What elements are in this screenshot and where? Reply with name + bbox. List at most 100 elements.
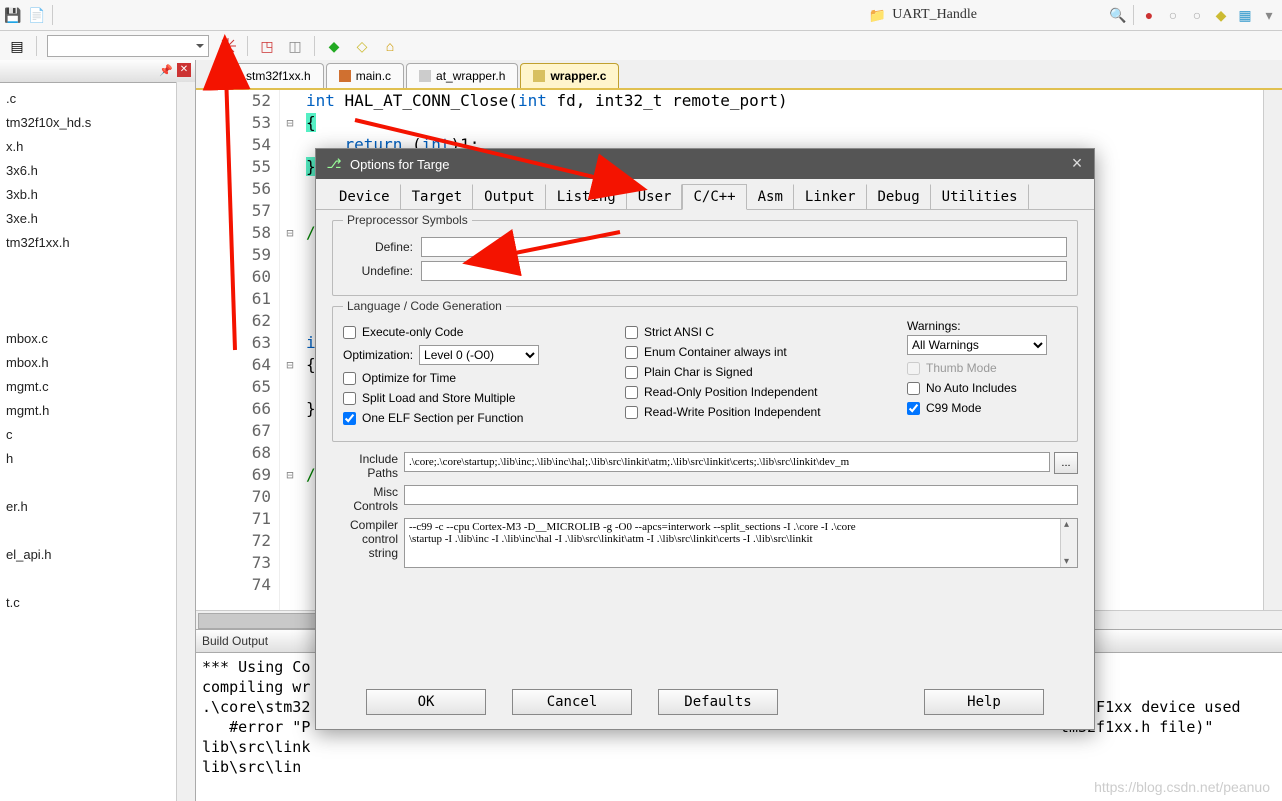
noauto-check[interactable]: No Auto Includes bbox=[907, 381, 1067, 395]
dot-gray2[interactable]: ○ bbox=[1188, 6, 1206, 24]
tree-item[interactable]: c bbox=[2, 423, 193, 447]
dialog-tab-listing[interactable]: Listing bbox=[546, 184, 627, 209]
boxes-icon[interactable]: ◳ bbox=[258, 37, 276, 55]
uart-label: UART_Handle bbox=[892, 7, 977, 23]
boxes2-icon[interactable]: ◫ bbox=[286, 37, 304, 55]
strict-ansi-check[interactable]: Strict ANSI C bbox=[625, 325, 897, 339]
cancel-button[interactable]: Cancel bbox=[512, 689, 632, 715]
ro-pi-check[interactable]: Read-Only Position Independent bbox=[625, 385, 897, 399]
langgen-legend: Language / Code Generation bbox=[343, 299, 506, 313]
file-tab-label: at_wrapper.h bbox=[436, 69, 505, 83]
pin-icon[interactable]: 📌 bbox=[159, 64, 173, 77]
dialog-tab-output[interactable]: Output bbox=[473, 184, 546, 209]
compiler-string-box[interactable]: --c99 -c --cpu Cortex-M3 -D__MICROLIB -g… bbox=[404, 518, 1078, 568]
rw-pi-check[interactable]: Read-Write Position Independent bbox=[625, 405, 897, 419]
dialog-tab-asm[interactable]: Asm bbox=[747, 184, 794, 209]
tree-item[interactable]: mgmt.h bbox=[2, 399, 193, 423]
undefine-label: Undefine: bbox=[343, 264, 421, 278]
dialog-tab-debug[interactable]: Debug bbox=[867, 184, 931, 209]
home-icon[interactable]: ⌂ bbox=[381, 37, 399, 55]
project-tree[interactable]: .ctm32f10x_hd.sx.h3x6.h3xb.h3xe.htm32f1x… bbox=[0, 83, 195, 619]
save-icon[interactable]: 💾 bbox=[4, 6, 22, 24]
tree-item[interactable]: mbox.h bbox=[2, 351, 193, 375]
tree-item[interactable] bbox=[2, 471, 193, 495]
editor-tabs: stm32f1xx.h main.c at_wrapper.h wrapper.c bbox=[196, 60, 1282, 90]
dialog-tab-target[interactable]: Target bbox=[401, 184, 474, 209]
dialog-tab-user[interactable]: User bbox=[627, 184, 683, 209]
tree-item[interactable]: 3xe.h bbox=[2, 207, 193, 231]
build-toolbar: ▤ ◳ ◫ ◆ ◇ ⌂ bbox=[0, 31, 1282, 62]
file-tab[interactable]: wrapper.c bbox=[520, 63, 619, 88]
folder-icon[interactable]: 📁 bbox=[868, 6, 886, 24]
tree-item[interactable] bbox=[2, 567, 193, 591]
dialog-tab-linker[interactable]: Linker bbox=[794, 184, 867, 209]
file-tab[interactable]: at_wrapper.h bbox=[406, 63, 518, 88]
tree-item[interactable]: mbox.c bbox=[2, 327, 193, 351]
define-input[interactable] bbox=[421, 237, 1067, 257]
warnings-select[interactable]: All Warnings bbox=[907, 335, 1047, 355]
tree-item[interactable]: t.c bbox=[2, 591, 193, 615]
tree-scrollbar[interactable] bbox=[176, 82, 195, 801]
tree-item[interactable] bbox=[2, 519, 193, 543]
exec-only-check[interactable]: Execute-only Code bbox=[343, 325, 615, 339]
ok-button[interactable]: OK bbox=[366, 689, 486, 715]
tree-item[interactable]: 3x6.h bbox=[2, 159, 193, 183]
options-icon[interactable] bbox=[219, 37, 237, 55]
chev-icon[interactable]: ▾ bbox=[1260, 6, 1278, 24]
enum-int-check[interactable]: Enum Container always int bbox=[625, 345, 897, 359]
preprocessor-group: Preprocessor Symbols Define: Undefine: bbox=[332, 220, 1078, 296]
editor-vscroll[interactable] bbox=[1263, 90, 1282, 610]
tree-item[interactable] bbox=[2, 303, 193, 327]
diamond-yel[interactable]: ◇ bbox=[353, 37, 371, 55]
dot-red[interactable]: ● bbox=[1140, 6, 1158, 24]
project-pane: 📌 ✕ .ctm32f10x_hd.sx.h3x6.h3xb.h3xe.htm3… bbox=[0, 60, 196, 801]
undefine-input[interactable] bbox=[421, 261, 1067, 281]
tree-item[interactable] bbox=[2, 255, 193, 279]
tree-item[interactable]: h bbox=[2, 447, 193, 471]
diamond-green[interactable]: ◆ bbox=[325, 37, 343, 55]
grid-icon[interactable]: ▦ bbox=[1236, 6, 1254, 24]
plain-char-check[interactable]: Plain Char is Signed bbox=[625, 365, 897, 379]
file-tab[interactable]: main.c bbox=[326, 63, 404, 88]
tree-item[interactable] bbox=[2, 279, 193, 303]
c99-check[interactable]: C99 Mode bbox=[907, 401, 1067, 415]
line-gutter: 5253545556575859606162636465666768697071… bbox=[196, 90, 280, 610]
tree-item[interactable]: .c bbox=[2, 87, 193, 111]
copy-icon[interactable]: 📄 bbox=[28, 6, 46, 24]
thumb-check: Thumb Mode bbox=[907, 361, 1067, 375]
find-icon[interactable]: 🔍 bbox=[1109, 6, 1127, 24]
misc-controls-input[interactable] bbox=[404, 485, 1078, 505]
include-paths-browse-button[interactable]: ... bbox=[1054, 452, 1078, 474]
dialog-close-icon[interactable]: × bbox=[1068, 155, 1086, 173]
split-ls-check[interactable]: Split Load and Store Multiple bbox=[343, 391, 615, 405]
opt-time-check[interactable]: Optimize for Time bbox=[343, 371, 615, 385]
file-icon bbox=[419, 70, 431, 82]
tree-item[interactable]: 3xb.h bbox=[2, 183, 193, 207]
fold-column[interactable]: ⊟ ⊟ ⊟ ⊟ bbox=[280, 90, 300, 610]
file-tab[interactable]: stm32f1xx.h bbox=[216, 63, 324, 88]
dialog-tab-utilities[interactable]: Utilities bbox=[931, 184, 1029, 209]
tree-item[interactable]: x.h bbox=[2, 135, 193, 159]
tree-item[interactable]: er.h bbox=[2, 495, 193, 519]
include-paths-input[interactable] bbox=[404, 452, 1050, 472]
tree-item[interactable]: tm32f1xx.h bbox=[2, 231, 193, 255]
dialog-titlebar[interactable]: ⎇ Options for Targe × bbox=[316, 149, 1094, 179]
dialog-tab-cc[interactable]: C/C++ bbox=[682, 184, 746, 210]
tree-item[interactable]: el_api.h bbox=[2, 543, 193, 567]
warnings-label: Warnings: bbox=[907, 319, 1067, 333]
optimization-select[interactable]: Level 0 (-O0) bbox=[419, 345, 539, 365]
defaults-button[interactable]: Defaults bbox=[658, 689, 778, 715]
tree-item[interactable]: mgmt.c bbox=[2, 375, 193, 399]
dialog-tab-device[interactable]: Device bbox=[328, 184, 401, 209]
dot-gray[interactable]: ○ bbox=[1164, 6, 1182, 24]
file-tab-label: stm32f1xx.h bbox=[246, 69, 311, 83]
sheet-icon[interactable]: ▤ bbox=[8, 37, 26, 55]
target-options-dialog: ⎇ Options for Targe × DeviceTargetOutput… bbox=[315, 148, 1095, 730]
pane-close-icon[interactable]: ✕ bbox=[177, 63, 191, 77]
compiler-string-scroll[interactable] bbox=[1060, 519, 1077, 567]
tree-item[interactable]: tm32f10x_hd.s bbox=[2, 111, 193, 135]
target-combo[interactable] bbox=[47, 35, 209, 57]
help-button[interactable]: Help bbox=[924, 689, 1044, 715]
dot-yel[interactable]: ◆ bbox=[1212, 6, 1230, 24]
one-elf-check[interactable]: One ELF Section per Function bbox=[343, 411, 615, 425]
